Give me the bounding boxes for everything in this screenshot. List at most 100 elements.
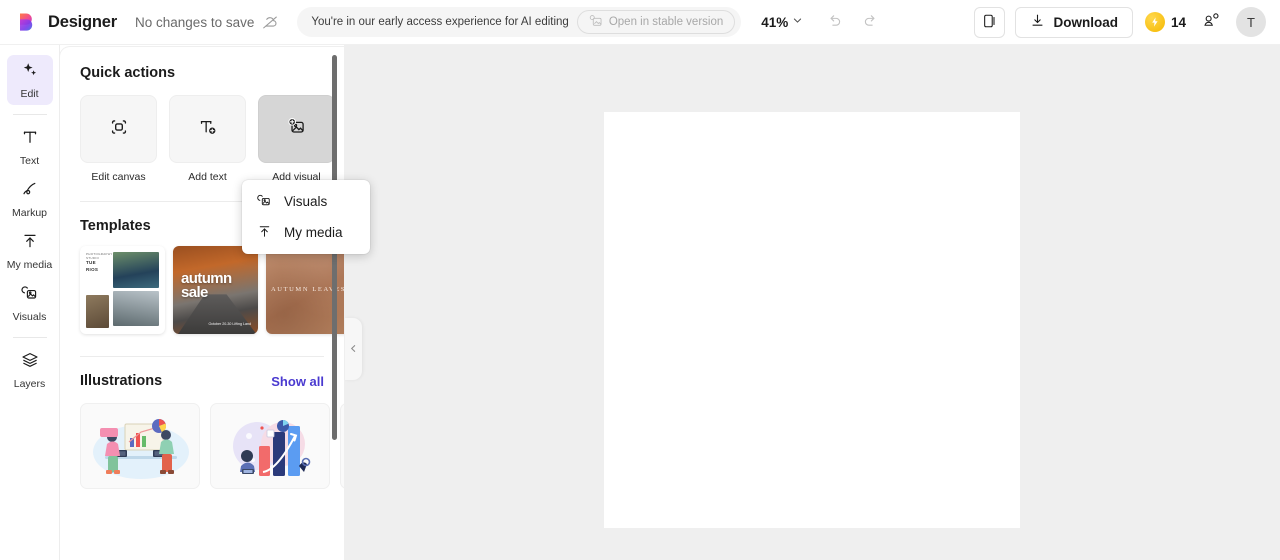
illustrations-show-all-link[interactable]: Show all: [271, 374, 324, 389]
sidebar-item-label: Layers: [13, 378, 46, 391]
side-panel: Quick actions Edit canvas Add text Add v…: [60, 47, 344, 560]
share-button[interactable]: [1196, 7, 1226, 37]
left-rail: Edit Text Markup My media Visuals Layers: [0, 45, 60, 560]
artboard[interactable]: [604, 112, 1020, 528]
app-header: Designer No changes to save You're in ou…: [0, 0, 1280, 45]
illustrations-header: Illustrations Show all: [80, 373, 324, 389]
upload-arrow-icon: [20, 231, 40, 256]
cloud-off-icon: [261, 13, 279, 31]
redo-icon: [862, 12, 879, 32]
quick-action-label: Add text: [188, 171, 227, 183]
sidebar-item-edit[interactable]: Edit: [6, 55, 53, 105]
sidebar-item-visuals[interactable]: Visuals: [7, 278, 53, 328]
sparkle-icon: [20, 60, 40, 85]
designer-app: Designer No changes to save You're in ou…: [0, 0, 1280, 560]
section-divider: [80, 356, 324, 357]
visuals-image-icon: [20, 283, 40, 308]
brand: Designer: [16, 11, 117, 33]
illustrations-title: Illustrations: [80, 373, 163, 389]
redo-button[interactable]: [855, 7, 885, 37]
duplicate-button[interactable]: [974, 6, 1006, 38]
collage-left-column: PHOTOGRAPHY STUDIO TUE RIOS: [86, 252, 112, 328]
quick-action-add-visual: Add visual: [258, 95, 335, 183]
flyout-item-visuals[interactable]: Visuals: [242, 186, 370, 217]
canvas-stage[interactable]: [344, 45, 1280, 560]
layers-stack-icon: [20, 350, 40, 375]
pen-markup-icon: [20, 179, 40, 204]
image-swap-icon: [589, 14, 603, 31]
sidebar-item-label: Text: [19, 155, 40, 168]
quick-action-label: Edit canvas: [91, 171, 146, 183]
template-photo-collage[interactable]: PHOTOGRAPHY STUDIO TUE RIOS: [80, 246, 165, 334]
sidebar-item-label: Markup: [11, 207, 47, 220]
quick-actions-row: Edit canvas Add text Add visual: [80, 95, 335, 183]
add-text-button[interactable]: [169, 95, 246, 163]
save-state-label: No changes to save: [135, 14, 255, 30]
early-access-label: You're in our early access experience fo…: [311, 16, 569, 28]
save-state: No changes to save: [135, 13, 279, 31]
flyout-item-label: My media: [284, 225, 343, 240]
templates-thumbnails: PHOTOGRAPHY STUDIO TUE RIOS autumn sale …: [80, 246, 344, 334]
zoom-control[interactable]: 41%: [757, 9, 807, 35]
brand-name: Designer: [48, 12, 118, 31]
collage-caption: PHOTOGRAPHY STUDIO TUE RIOS: [86, 252, 112, 273]
sidebar-item-label: My media: [6, 259, 53, 272]
add-visual-button[interactable]: [258, 95, 335, 163]
visuals-image-icon: [256, 192, 273, 212]
text-t-icon: [20, 127, 40, 152]
add-image-icon: [285, 115, 309, 144]
duplicate-icon: [982, 13, 998, 32]
collage-caption-title: TUE RIOS: [86, 260, 99, 272]
flyout-item-label: Visuals: [284, 194, 328, 209]
side-panel-content: Quick actions Edit canvas Add text Add v…: [60, 47, 344, 489]
undo-button[interactable]: [819, 7, 849, 37]
quick-actions-title: Quick actions: [80, 65, 176, 81]
credits-indicator[interactable]: 14: [1144, 12, 1186, 32]
add-text-icon: [196, 115, 220, 144]
illustrations-thumbnails: [80, 403, 344, 489]
collage-right-column: [113, 252, 159, 328]
sidebar-item-text[interactable]: Text: [7, 122, 53, 172]
share-icon: [1202, 11, 1221, 33]
flyout-item-my-media[interactable]: My media: [242, 217, 370, 248]
template-autumn-sale[interactable]: autumn sale October 20-30 Lifting Land: [173, 246, 258, 334]
download-icon: [1030, 13, 1045, 31]
sidebar-item-layers[interactable]: Layers: [7, 345, 53, 395]
collage-photo-lake: [113, 252, 159, 289]
illustration-person-desk[interactable]: [340, 403, 344, 489]
sidebar-item-label: Edit: [20, 88, 39, 101]
download-button[interactable]: Download: [1015, 6, 1133, 38]
collage-photo-portrait: [86, 294, 110, 328]
templates-title: Templates: [80, 218, 151, 234]
chevron-down-icon: [792, 13, 803, 31]
sidebar-item-markup[interactable]: Markup: [7, 174, 53, 224]
zoom-level-label: 41%: [761, 14, 789, 30]
credits-count: 14: [1170, 14, 1186, 30]
avatar-initial: T: [1247, 14, 1255, 30]
quick-action-add-text: Add text: [169, 95, 246, 183]
illustration-growth-chart[interactable]: [210, 403, 330, 489]
edit-canvas-button[interactable]: [80, 95, 157, 163]
collage-photo-rocks: [113, 291, 159, 327]
autumn-sale-subline: October 20-30 Lifting Land: [208, 321, 251, 326]
crop-canvas-icon: [108, 116, 130, 143]
designer-logo-icon: [16, 11, 38, 33]
sidebar-item-label: Visuals: [12, 311, 47, 324]
rail-divider: [12, 114, 47, 115]
quick-action-edit-canvas: Edit canvas: [80, 95, 157, 183]
illustration-team-presentation[interactable]: [80, 403, 200, 489]
sidebar-item-my-media[interactable]: My media: [7, 226, 53, 276]
chevron-left-icon: [349, 340, 358, 358]
download-label: Download: [1053, 14, 1118, 30]
history-buttons: [819, 7, 885, 37]
add-visual-flyout-menu: Visuals My media: [242, 180, 370, 254]
rail-divider: [12, 337, 47, 338]
header-actions: Download 14 T: [974, 6, 1266, 38]
collapse-panel-button[interactable]: [344, 318, 362, 380]
upload-arrow-icon: [256, 223, 273, 243]
open-in-stable-version-button[interactable]: Open in stable version: [576, 10, 736, 34]
undo-icon: [826, 12, 843, 32]
open-in-stable-version-label: Open in stable version: [608, 16, 724, 28]
avatar[interactable]: T: [1236, 7, 1266, 37]
credit-coin-icon: [1144, 12, 1165, 32]
